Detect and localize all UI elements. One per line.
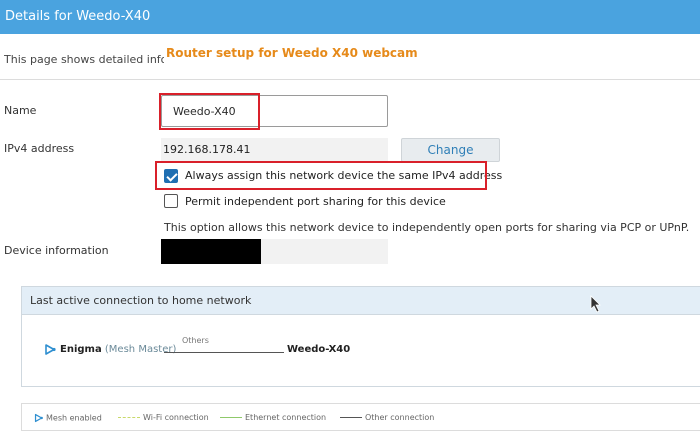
connection-panel: Last active connection to home network E… [21, 286, 700, 387]
legend-ethernet: Ethernet connection [220, 413, 326, 422]
ethernet-line-swatch [220, 417, 242, 418]
wifi-line-swatch [118, 417, 140, 418]
legend-other-label: Other connection [365, 413, 435, 422]
ipv4-value: 192.168.178.41 [161, 138, 388, 162]
connection-line [164, 352, 284, 353]
connection-legend: Mesh enabled Wi-Fi connection Ethernet c… [21, 403, 700, 431]
sharing-hint: This option allows this network device t… [164, 221, 690, 234]
source-device-role: (Mesh Master) [104, 344, 177, 355]
ipv4-label: IPv4 address [4, 142, 75, 155]
device-info-label: Device information [4, 244, 109, 257]
source-device-name: Enigma [60, 344, 102, 355]
mesh-icon [45, 344, 56, 355]
page-description: This page shows detailed inform [4, 53, 164, 66]
legend-mesh-label: Mesh enabled [46, 413, 102, 423]
always-assign-highlight-box [155, 161, 487, 190]
overlay-caption: Router setup for Weedo X40 webcam [166, 46, 418, 60]
change-button[interactable]: Change [401, 138, 500, 162]
window-title: Details for Weedo-X40 [0, 0, 700, 34]
legend-ethernet-label: Ethernet connection [245, 413, 327, 422]
redacted-block [161, 239, 261, 264]
mouse-cursor-icon [590, 295, 601, 313]
legend-mesh: Mesh enabled [34, 413, 102, 423]
connection-type: Others [182, 336, 209, 345]
name-highlight-box [159, 93, 260, 130]
name-label: Name [4, 104, 37, 117]
connection-source: Enigma (Mesh Master) [60, 344, 176, 355]
connection-target: Weedo-X40 [287, 344, 351, 355]
permit-sharing-label: Permit independent port sharing for this… [185, 195, 446, 208]
other-line-swatch [340, 417, 362, 418]
legend-wifi: Wi-Fi connection [118, 413, 209, 422]
divider [0, 79, 700, 80]
legend-other: Other connection [340, 413, 434, 422]
mesh-icon [34, 413, 43, 423]
legend-wifi-label: Wi-Fi connection [143, 413, 209, 422]
permit-sharing-checkbox[interactable] [164, 194, 178, 208]
